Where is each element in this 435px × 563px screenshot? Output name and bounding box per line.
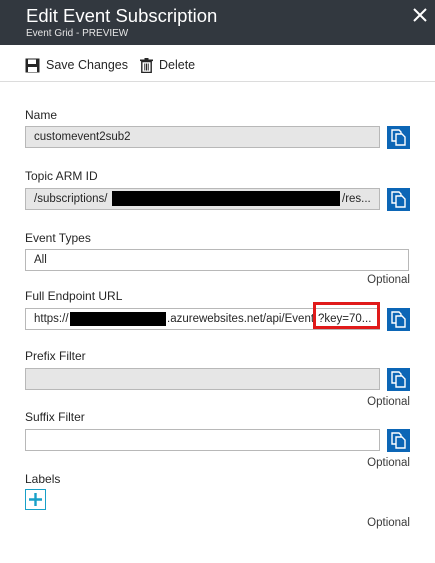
copy-icon	[391, 191, 406, 208]
blade-header: Edit Event Subscription Event Grid - PRE…	[0, 0, 435, 45]
endpoint-url-label: Full Endpoint URL	[25, 289, 123, 303]
add-label-button[interactable]	[25, 489, 46, 510]
close-icon[interactable]	[407, 5, 433, 25]
labels-optional: Optional	[367, 517, 410, 529]
topic-value-prefix: /subscriptions/	[34, 193, 108, 205]
blade-title: Edit Event Subscription	[26, 5, 218, 26]
event-types-label: Event Types	[25, 231, 91, 245]
name-field[interactable]: customevent2sub2	[25, 126, 380, 148]
suffix-filter-field[interactable]	[25, 429, 380, 451]
prefix-filter-label: Prefix Filter	[25, 349, 86, 363]
name-copy-button[interactable]	[387, 126, 410, 149]
plus-icon	[29, 493, 42, 506]
endpoint-copy-button[interactable]	[387, 308, 410, 331]
key-highlight-box	[313, 302, 380, 329]
redacted-block	[70, 312, 166, 326]
delete-label: Delete	[159, 58, 196, 72]
save-changes-label: Save Changes	[46, 58, 129, 72]
suffix-filter-optional: Optional	[367, 457, 410, 469]
copy-icon	[391, 371, 406, 388]
endpoint-value-prefix: https://	[34, 313, 69, 325]
trash-icon	[140, 57, 153, 73]
delete-button[interactable]: Delete	[140, 55, 195, 75]
redacted-block	[112, 191, 340, 206]
topic-arm-id-label: Topic ARM ID	[25, 169, 98, 183]
suffix-copy-button[interactable]	[387, 429, 410, 452]
copy-icon	[391, 129, 406, 146]
prefix-copy-button[interactable]	[387, 368, 410, 391]
copy-icon	[391, 432, 406, 449]
prefix-filter-optional: Optional	[367, 396, 410, 408]
prefix-filter-field[interactable]	[25, 368, 380, 390]
labels-label: Labels	[25, 472, 61, 486]
topic-arm-id-field[interactable]: /subscriptions/ /res...	[25, 188, 380, 210]
event-types-optional: Optional	[367, 274, 410, 286]
suffix-filter-label: Suffix Filter	[25, 410, 85, 424]
command-bar: Save Changes Delete	[0, 45, 435, 82]
save-changes-button[interactable]: Save Changes	[25, 55, 128, 75]
topic-value-suffix: /res...	[342, 193, 371, 205]
event-types-field[interactable]: All	[25, 249, 409, 271]
save-icon	[25, 58, 40, 72]
endpoint-value-middle: .azurewebsites.net/api/Event	[167, 313, 315, 325]
topic-copy-button[interactable]	[387, 188, 410, 211]
name-label: Name	[25, 108, 58, 122]
copy-icon	[391, 311, 406, 328]
blade-subtitle: Event Grid - PREVIEW	[26, 28, 129, 39]
